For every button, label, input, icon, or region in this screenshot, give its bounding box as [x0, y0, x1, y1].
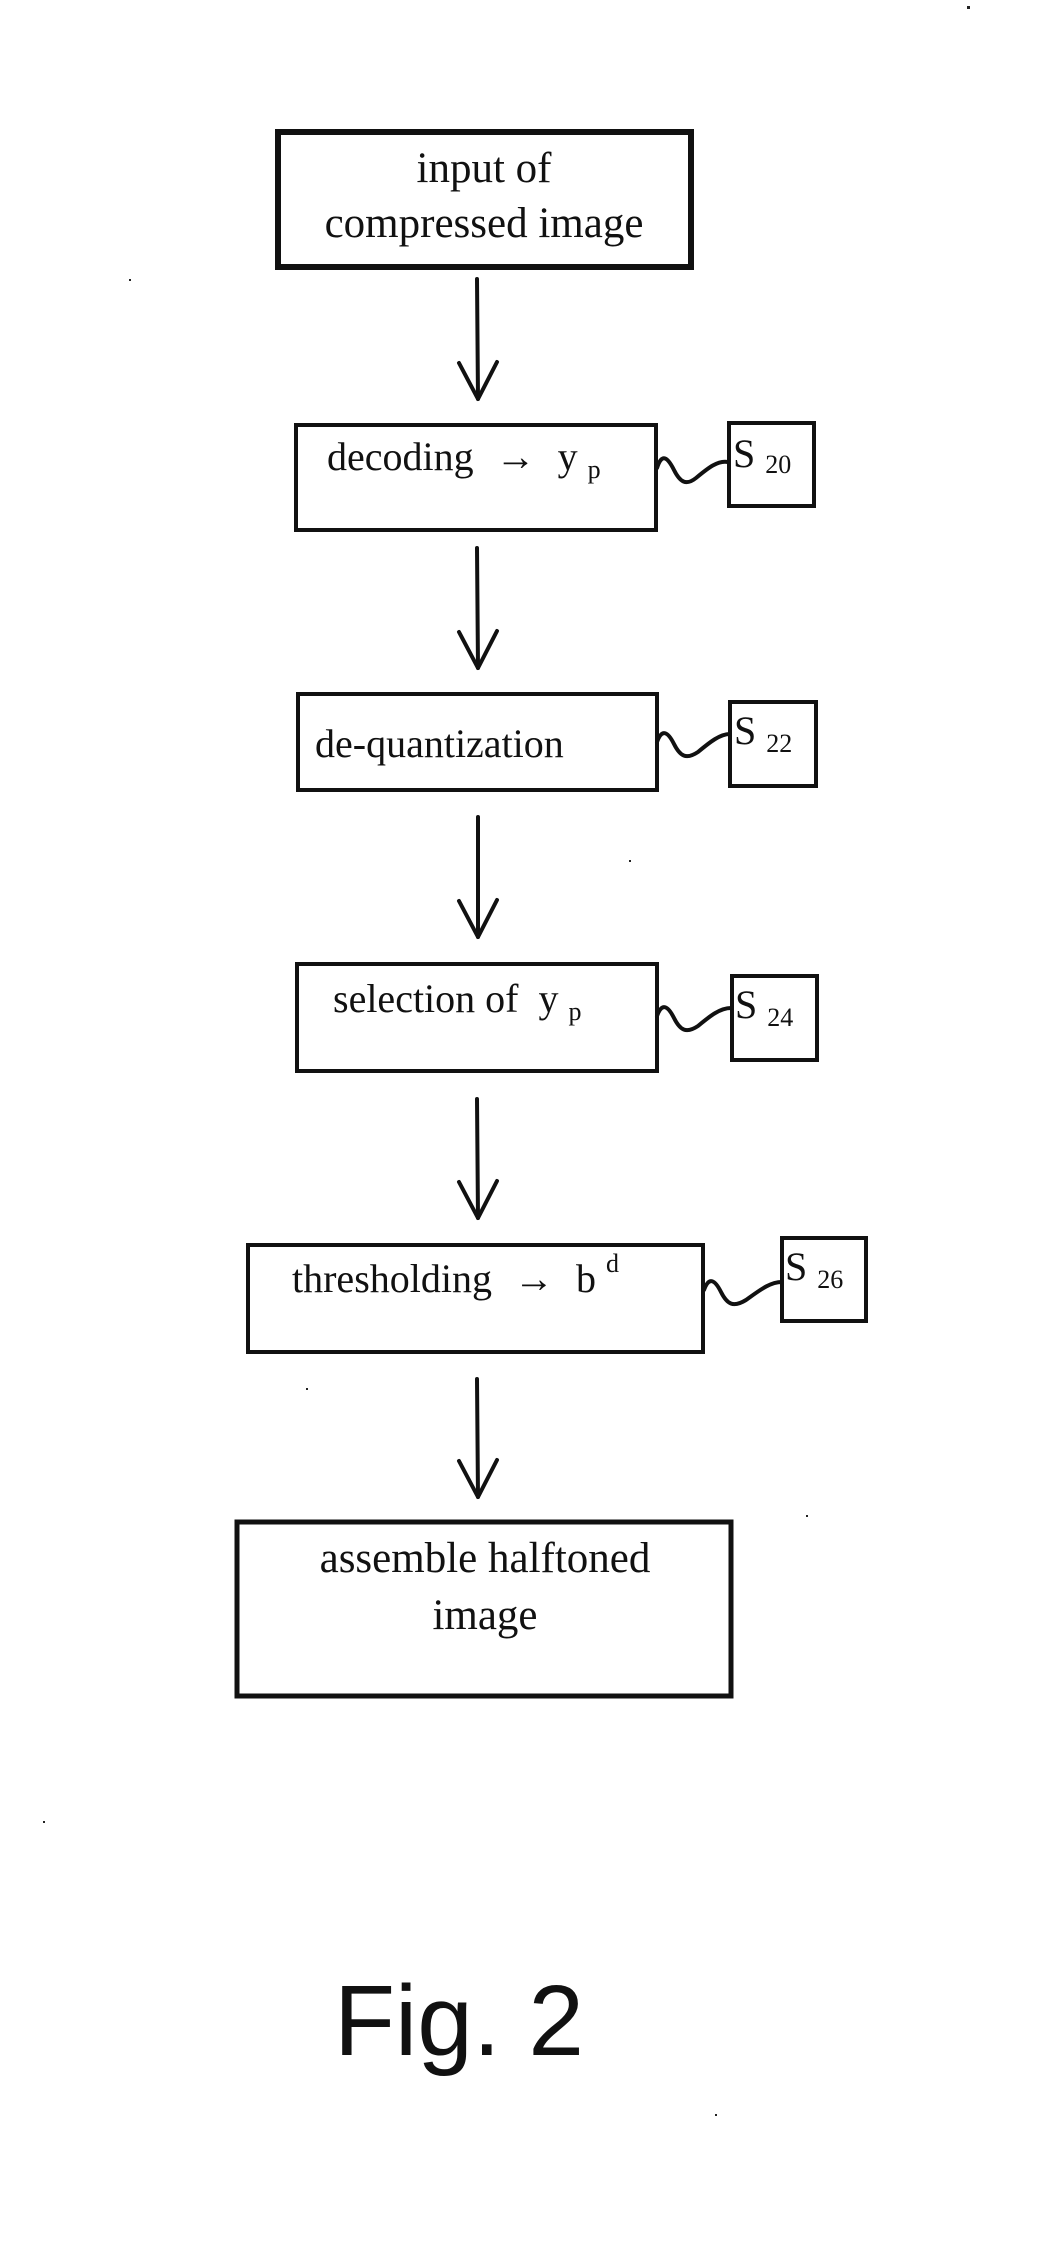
step-label-s26: S 26: [780, 1236, 868, 1323]
step-text: decoding → y p: [327, 434, 601, 484]
arrow-symbol: →: [496, 434, 536, 479]
variable-subscript: p: [569, 997, 582, 1026]
variable-subscript: p: [588, 455, 601, 484]
step-label-connector: [702, 1279, 784, 1307]
flow-arrow: [457, 277, 499, 401]
variable: y: [539, 976, 559, 1021]
step-text-line-1: input of: [417, 145, 553, 192]
step-label-s22: S 22: [728, 700, 818, 788]
speck: [715, 2114, 717, 2116]
step-label-letter: S: [785, 1244, 807, 1289]
step-label-s20: S 20: [727, 421, 816, 508]
step-dequantization-node: de-quantization: [296, 692, 659, 792]
variable: y: [558, 434, 578, 479]
speck: [129, 279, 131, 281]
speck: [43, 1821, 45, 1823]
variable-superscript: d: [606, 1249, 619, 1278]
step-label-number: 22: [766, 729, 792, 758]
step-thresholding-node: thresholding → b d: [246, 1243, 705, 1354]
step-text-main: thresholding: [292, 1256, 492, 1301]
step-text: de-quantization: [315, 721, 564, 766]
flow-arrow: [457, 815, 499, 939]
step-text-main: selection of: [333, 976, 519, 1021]
variable: b: [576, 1256, 596, 1301]
step-label-letter: S: [735, 982, 757, 1027]
step-label-connector: [655, 1005, 733, 1033]
step-label-s24: S 24: [730, 974, 819, 1062]
arrow-shaft: [475, 277, 480, 401]
step-label-number: 20: [765, 450, 791, 479]
arrow-shaft: [475, 1097, 480, 1220]
figure-caption: Fig. 2: [334, 1965, 584, 2077]
flow-arrow: [457, 1377, 499, 1499]
step-label-connector: [655, 456, 730, 485]
arrow-symbol: →: [514, 1256, 554, 1301]
step-input-node: input of compressed image: [275, 129, 694, 270]
speck: [806, 1515, 808, 1517]
step-label-connector: [655, 731, 732, 759]
speck: [306, 1388, 308, 1390]
flow-arrow: [457, 546, 499, 670]
step-label-number: 24: [767, 1003, 793, 1032]
step-selection-node: selection of y p: [295, 962, 659, 1073]
arrow-shaft: [475, 546, 480, 670]
flow-arrow: [457, 1097, 499, 1220]
step-label-number: 26: [817, 1265, 843, 1294]
step-assemble-node: assemble halftoned image: [234, 1519, 734, 1699]
speck: [967, 6, 970, 9]
step-text: selection of y p: [333, 976, 582, 1026]
step-label-letter: S: [734, 708, 756, 753]
step-text-main: decoding: [327, 434, 474, 479]
step-text-line-2: image: [432, 1592, 537, 1639]
speck: [629, 860, 631, 862]
step-text-line-2: compressed image: [325, 200, 644, 247]
step-label-letter: S: [733, 431, 755, 476]
step-decoding-node: decoding → y p: [294, 423, 658, 532]
step-text-line-1: assemble halftoned: [320, 1535, 651, 1582]
arrow-shaft: [475, 1377, 480, 1499]
flowchart-figure: input of compressed image decoding → y p…: [43, 6, 970, 2116]
